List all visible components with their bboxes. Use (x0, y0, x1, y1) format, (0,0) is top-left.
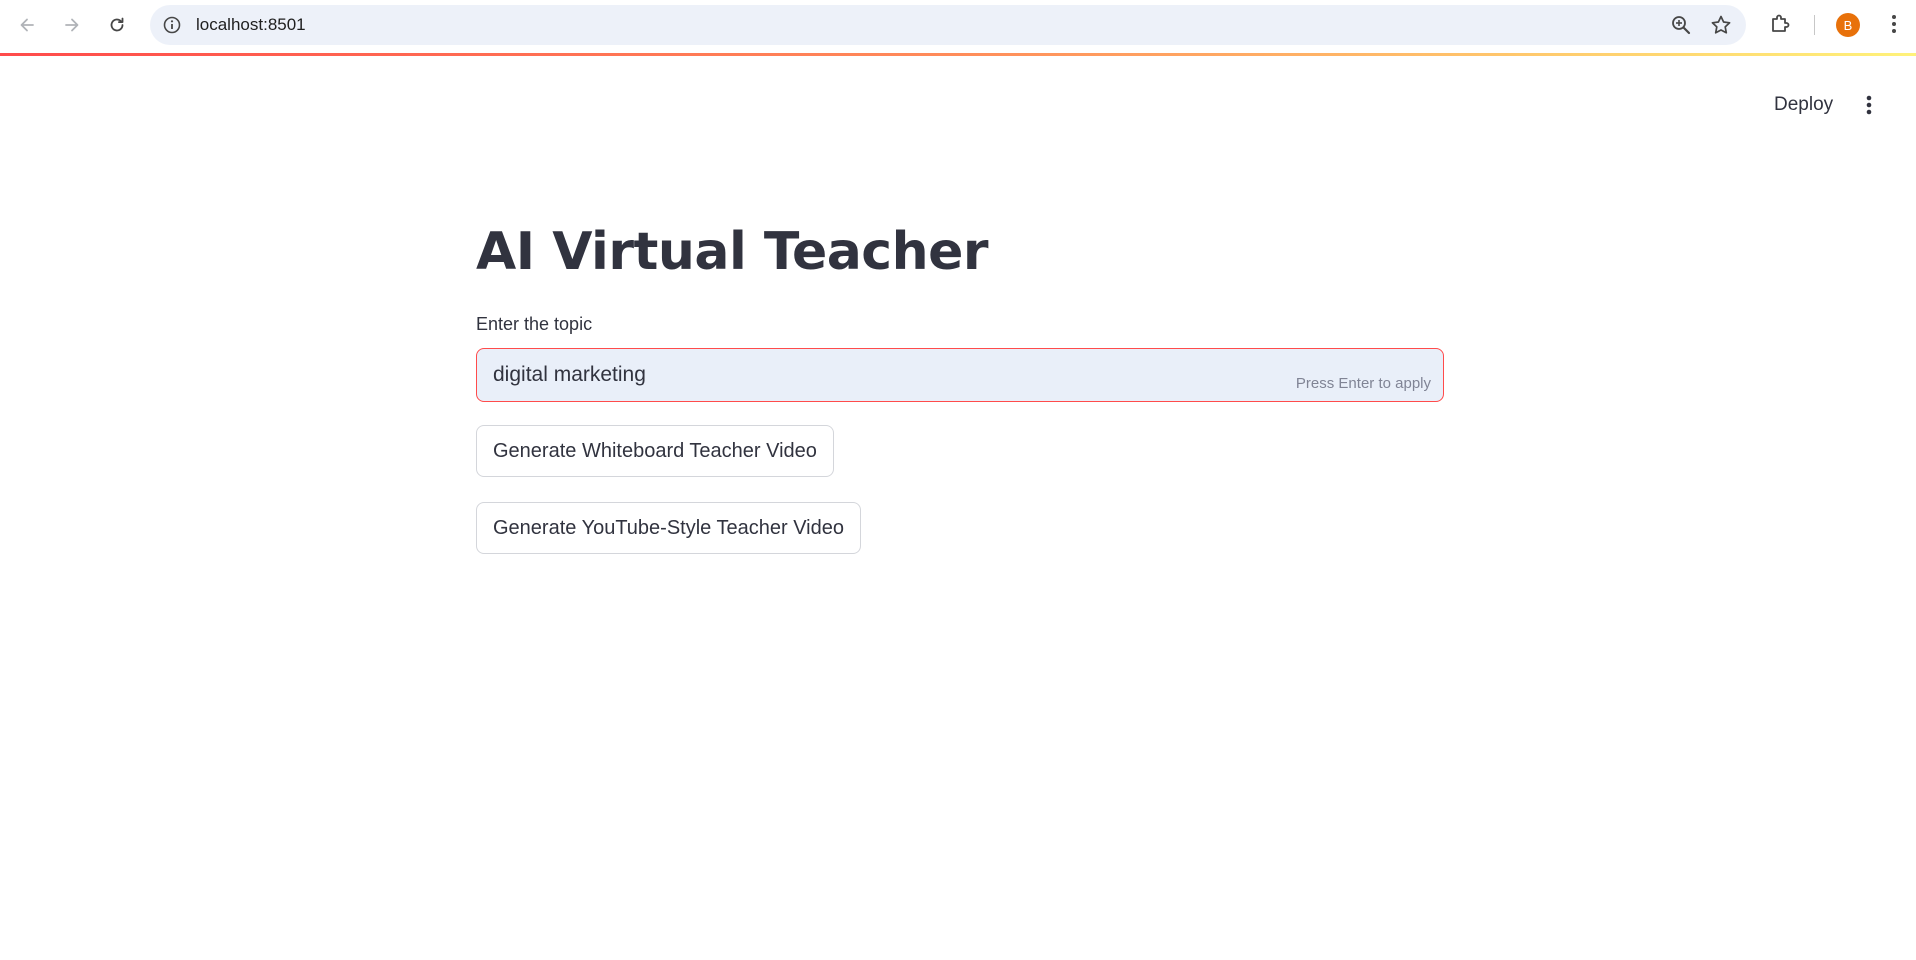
bookmark-star-icon[interactable] (1710, 14, 1732, 36)
chrome-menu-icon[interactable] (1882, 12, 1906, 36)
topic-input-container[interactable]: Press Enter to apply (476, 348, 1444, 402)
extensions-icon[interactable] (1768, 12, 1792, 36)
forward-icon (65, 18, 79, 32)
back-icon (20, 18, 34, 32)
kebab-menu-icon[interactable] (1854, 90, 1884, 120)
toolbar-divider (1814, 15, 1815, 35)
browser-toolbar: localhost:8501 B (0, 0, 1916, 50)
topic-field-label: Enter the topic (476, 314, 593, 334)
url-text[interactable]: localhost:8501 (196, 5, 306, 45)
reload-button[interactable] (100, 8, 134, 42)
header-decoration (0, 53, 1916, 56)
main-content: AI Virtual Teacher Enter the topic Press… (476, 200, 1444, 554)
generate-youtube-video-button[interactable]: Generate YouTube-Style Teacher Video (476, 502, 861, 554)
zoom-icon[interactable] (1670, 14, 1692, 36)
forward-button[interactable] (55, 8, 89, 42)
page-title: AI Virtual Teacher (476, 222, 989, 282)
deploy-button[interactable]: Deploy (1764, 88, 1843, 122)
address-bar[interactable]: localhost:8501 (150, 5, 1746, 45)
generate-whiteboard-video-button[interactable]: Generate Whiteboard Teacher Video (476, 425, 834, 477)
site-info-icon[interactable] (162, 15, 182, 35)
back-button[interactable] (10, 8, 44, 42)
topic-input[interactable] (477, 349, 1309, 401)
profile-avatar[interactable]: B (1836, 13, 1860, 37)
press-enter-hint: Press Enter to apply (1295, 375, 1431, 392)
reload-icon (110, 17, 124, 32)
